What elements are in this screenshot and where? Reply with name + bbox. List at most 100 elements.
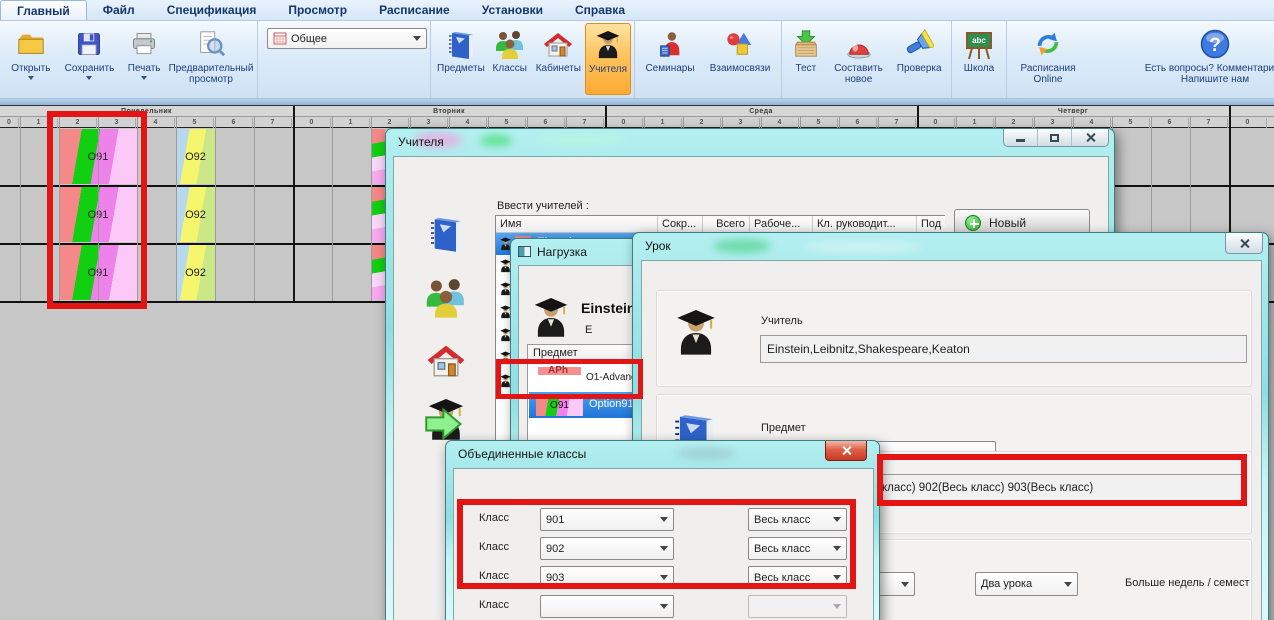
lesson-cell-partial[interactable]	[371, 187, 385, 242]
seminars-button[interactable]: Семинары	[638, 23, 702, 95]
annotation-box-timetable	[47, 111, 147, 309]
tab-settings[interactable]: Установки	[466, 0, 559, 20]
grid-column-line	[20, 117, 21, 301]
maximize-button[interactable]	[1038, 129, 1072, 146]
chevron-down-icon	[28, 76, 34, 80]
window-title[interactable]: Объединенные классы	[458, 447, 586, 461]
minimize-button[interactable]	[1004, 129, 1038, 146]
annotation-box-classes-field	[877, 454, 1247, 506]
column-header-prep[interactable]: Под	[917, 216, 945, 233]
plus-icon	[965, 215, 981, 231]
day-header: Четверг	[917, 107, 1229, 117]
rooms-nav-icon[interactable]	[421, 339, 471, 381]
subjects-button[interactable]: Предметы	[434, 23, 488, 95]
rooms-button[interactable]: Кабинеты	[532, 23, 585, 95]
day-header: Вторник	[293, 107, 605, 117]
teacher-value-field[interactable]: Einstein,Leibnitz,Shakespeare,Keaton	[760, 335, 1247, 363]
teacher-groupbox: Учитель Einstein,Leibnitz,Shakespeare,Ke…	[656, 290, 1252, 387]
open-folder-icon	[16, 25, 46, 63]
save-button[interactable]: Сохранить	[59, 23, 121, 95]
class-combo-4[interactable]	[540, 595, 674, 618]
period-number: 6	[527, 118, 565, 128]
annotation-box-joined-rows	[457, 499, 856, 589]
teacher-name: Einstein	[581, 300, 635, 316]
close-button[interactable]	[1072, 129, 1108, 146]
glass-tint	[536, 134, 626, 146]
tab-view[interactable]: Просмотр	[272, 0, 363, 20]
lesson-cell-o92[interactable]: O92	[176, 129, 215, 184]
svg-text:?: ?	[1209, 35, 1221, 56]
tab-specification[interactable]: Спецификация	[151, 0, 273, 20]
questions-button[interactable]: ? Есть вопросы? Комментарии? Напишите на…	[1126, 23, 1274, 95]
close-button[interactable]	[825, 441, 867, 461]
classes-button[interactable]: Классы	[488, 23, 532, 95]
tab-main[interactable]: Главный	[0, 0, 87, 20]
tab-file[interactable]: Файл	[87, 0, 151, 20]
column-header-short[interactable]: Сокр...	[658, 216, 703, 233]
group-links: Семинары Взаимосвязи	[635, 21, 782, 98]
column-header-total[interactable]: Всего	[703, 216, 750, 233]
period-number: 4	[449, 118, 487, 128]
grid-column-line	[371, 117, 372, 301]
period-number: 0	[0, 118, 19, 128]
seminar-person-icon	[655, 25, 685, 63]
grid-column-line	[254, 117, 255, 301]
subjects-nav-icon[interactable]	[420, 213, 472, 253]
window-title[interactable]: Учителя	[398, 135, 444, 149]
teachers-nav-icon[interactable]	[420, 395, 472, 445]
schedules-online-button[interactable]: Расписания Online	[1010, 23, 1086, 95]
group-generate: Тест Составить новое Проверка	[782, 21, 952, 98]
subject-column-header[interactable]: Предмет	[533, 347, 578, 359]
window-icon	[518, 246, 531, 257]
ribbon-toolbar: Открыть Сохранить Печать Предварительный…	[0, 21, 1274, 98]
people-icon	[494, 25, 526, 63]
school-button[interactable]: abc Школа	[955, 23, 1003, 95]
shapes-icon	[725, 25, 755, 63]
tab-help[interactable]: Справка	[559, 0, 641, 20]
lesson-count-combo[interactable]: Два урока	[975, 572, 1078, 596]
teachers-button[interactable]: Учителя	[585, 23, 631, 95]
more-weeks-label[interactable]: Больше недель / семест	[1125, 577, 1250, 589]
period-number: 5	[1112, 118, 1150, 128]
column-header-worktime[interactable]: Рабоче...	[750, 216, 813, 233]
group-view-select: Общее	[258, 21, 431, 98]
window-title[interactable]: Урок	[645, 239, 671, 253]
book-icon	[445, 25, 477, 63]
period-number: 5	[176, 118, 214, 128]
column-header-classteacher[interactable]: Кл. руководит...	[813, 216, 917, 233]
teacher-label: Учитель	[761, 315, 803, 327]
close-button[interactable]	[1225, 233, 1263, 254]
column-header-name[interactable]: Имя	[496, 216, 658, 233]
window-title[interactable]: Нагрузка	[537, 245, 587, 259]
lesson-cell-partial[interactable]	[371, 245, 385, 300]
view-mode-combo[interactable]: Общее	[267, 28, 427, 49]
annotation-box-subject-row	[496, 359, 643, 399]
open-button[interactable]: Открыть	[3, 23, 59, 95]
part-combo-4	[748, 595, 847, 618]
check-button[interactable]: Проверка	[890, 23, 948, 95]
lesson-cell-o92[interactable]: O92	[176, 245, 215, 300]
print-preview-button[interactable]: Предварительный просмотр	[168, 23, 254, 95]
chevron-down-icon	[833, 604, 841, 609]
glass-tint	[480, 134, 512, 147]
floppy-icon	[75, 25, 103, 63]
tab-schedule[interactable]: Расписание	[363, 0, 466, 20]
period-number: 5	[800, 118, 838, 128]
svg-text:abc: abc	[972, 36, 986, 45]
printer-icon	[130, 25, 158, 63]
test-button[interactable]: Тест	[785, 23, 827, 95]
app-window: Главный Файл Спецификация Просмотр Распи…	[0, 0, 1274, 620]
house-icon	[542, 25, 574, 63]
lesson-cell-partial[interactable]	[371, 129, 385, 184]
generate-new-button[interactable]: Составить новое	[827, 23, 891, 95]
period-number: 6	[1151, 118, 1189, 128]
print-button[interactable]: Печать	[120, 23, 168, 95]
period-number: 0	[917, 118, 955, 128]
question-icon: ?	[1199, 25, 1231, 63]
period-number: 7	[1190, 118, 1228, 128]
calendar-icon	[273, 31, 287, 46]
glass-tint	[676, 448, 736, 459]
lesson-cell-o92[interactable]: O92	[176, 187, 215, 242]
relations-button[interactable]: Взаимосвязи	[702, 23, 778, 95]
classes-nav-icon[interactable]	[420, 275, 472, 319]
